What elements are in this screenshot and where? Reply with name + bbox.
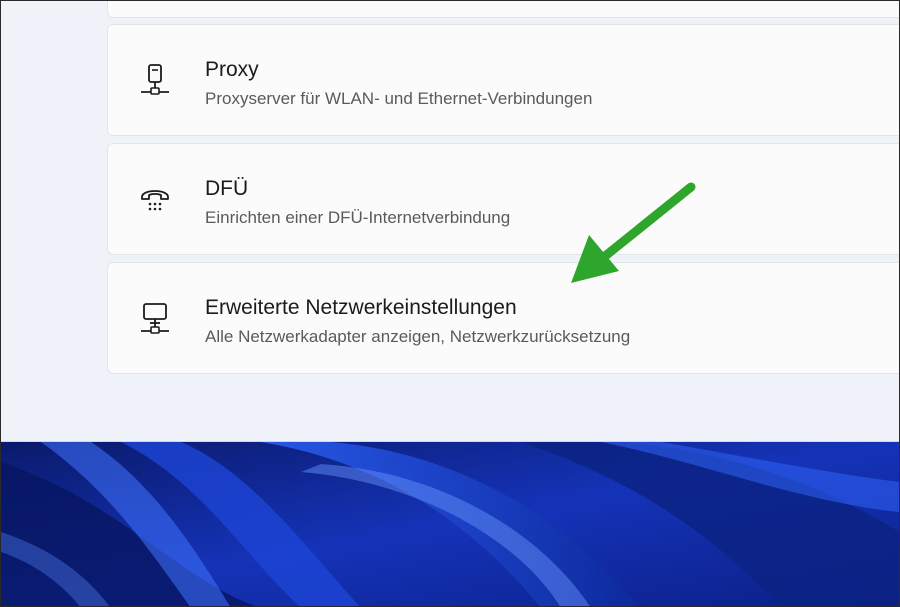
setting-subtitle: Proxyserver für WLAN- und Ethernet-Verbi… (205, 89, 593, 108)
setting-title: Erweiterte Netzwerkeinstellungen (205, 296, 517, 319)
dialup-setting-card[interactable]: DFÜ Einrichten einer DFÜ-Internetverbind… (107, 143, 899, 255)
proxy-server-icon (141, 64, 169, 95)
desktop-wallpaper (1, 442, 899, 606)
proxy-setting-card[interactable]: Proxy Proxyserver für WLAN- und Ethernet… (107, 24, 899, 136)
settings-window: Proxy Proxyserver für WLAN- und Ethernet… (1, 1, 899, 442)
setting-subtitle: Einrichten einer DFÜ-Internetverbindung (205, 208, 511, 227)
setting-subtitle: Alle Netzwerkadapter anzeigen, Netzwerkz… (205, 327, 631, 346)
setting-title: DFÜ (205, 177, 249, 200)
green-arrow-annotation (571, 182, 696, 283)
advanced-network-setting-card[interactable]: Erweiterte Netzwerkeinstellungen Alle Ne… (107, 262, 899, 374)
previous-setting-card[interactable] (107, 1, 899, 18)
screenshot-frame: Proxy Proxyserver für WLAN- und Ethernet… (0, 0, 900, 607)
network-computer-icon (141, 303, 169, 334)
dial-up-phone-icon (141, 190, 169, 211)
setting-title: Proxy (205, 58, 259, 81)
